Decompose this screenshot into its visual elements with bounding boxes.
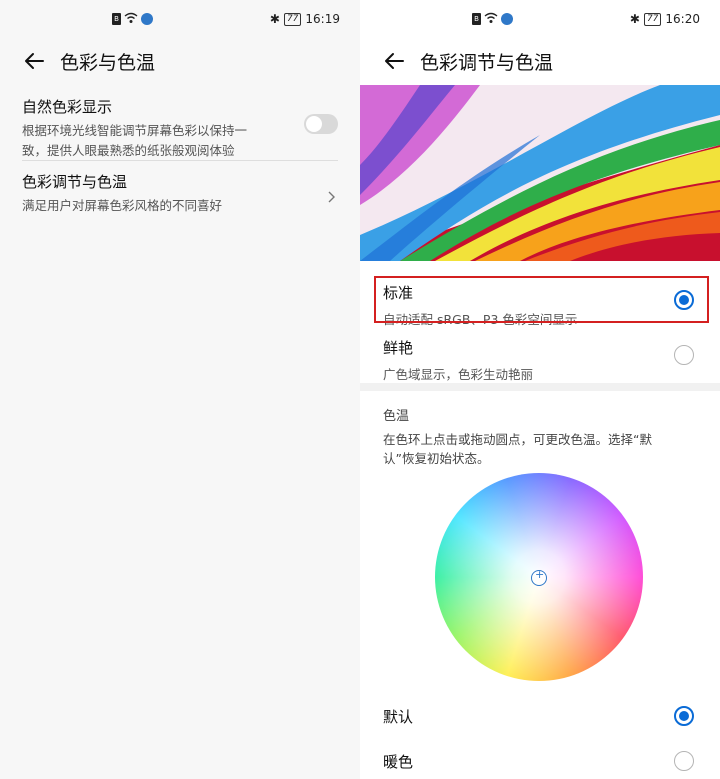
natural-color-subtitle-line2: 致，提供人眼最熟悉的纸张般观阅体验 <box>22 143 235 158</box>
color-preview-image <box>360 85 720 261</box>
title-bar: 色彩调节与色温 <box>360 46 720 76</box>
temp-warm[interactable]: 暖色 <box>383 751 704 772</box>
left-screen: B ✱ 77 16:19 色彩与色温 自然色彩显示 根据环境光线智能调节屏幕色彩… <box>0 0 360 779</box>
color-adjust-setting[interactable]: 色彩调节与色温 满足用户对屏幕色彩风格的不同喜好 <box>22 171 338 216</box>
status-icons-left: B <box>472 8 513 30</box>
sim-icon: B <box>112 13 121 25</box>
mode-vivid-radio[interactable] <box>674 345 694 365</box>
wifi-icon <box>484 12 498 27</box>
notification-app-icon <box>141 13 153 25</box>
status-icons-right: ✱ 77 16:19 <box>270 8 340 30</box>
status-icons-right: ✱ 77 16:20 <box>630 8 700 30</box>
wifi-icon <box>124 12 138 27</box>
color-temp-description-line1: 在色环上点击或拖动圆点，可更改色温。选择“默 <box>383 432 652 447</box>
page-title: 色彩调节与色温 <box>420 51 554 74</box>
toggle-knob <box>306 116 322 132</box>
natural-color-title: 自然色彩显示 <box>22 98 113 116</box>
temp-warm-title: 暖色 <box>383 753 414 771</box>
natural-color-subtitle: 根据环境光线智能调节屏幕色彩以保持一 致，提供人眼最熟悉的纸张般观阅体验 <box>22 121 338 161</box>
sim-icon: B <box>472 13 481 25</box>
status-time: 16:20 <box>665 12 700 26</box>
temp-default-title: 默认 <box>383 708 414 726</box>
right-screen: B ✱ 77 16:20 色彩调节与色温 标准 自动适配 sRGB、P3 色彩空… <box>360 0 720 779</box>
back-arrow-icon[interactable] <box>382 49 406 73</box>
mode-vivid-title: 鲜艳 <box>383 339 414 357</box>
color-temp-description-line2: 认”恢复初始状态。 <box>383 451 490 466</box>
status-icons-left: B <box>112 8 153 30</box>
status-time: 16:19 <box>305 12 340 26</box>
natural-color-setting[interactable]: 自然色彩显示 根据环境光线智能调节屏幕色彩以保持一 致，提供人眼最熟悉的纸张般观… <box>22 96 338 161</box>
color-adjust-subtitle: 满足用户对屏幕色彩风格的不同喜好 <box>22 198 223 213</box>
page-title: 色彩与色温 <box>60 51 156 74</box>
title-bar: 色彩与色温 <box>0 46 360 76</box>
status-bar: B ✱ 77 16:19 <box>0 8 360 30</box>
battery-icon: 77 <box>643 12 662 26</box>
section-divider <box>360 383 720 391</box>
color-adjust-title: 色彩调节与色温 <box>22 173 128 191</box>
status-bar: B ✱ 77 16:20 <box>360 8 720 30</box>
mode-vivid-subtitle: 广色域显示，色彩生动艳丽 <box>383 367 534 382</box>
temp-warm-radio[interactable] <box>674 751 694 771</box>
divider <box>22 160 338 161</box>
natural-color-subtitle-line1: 根据环境光线智能调节屏幕色彩以保持一 <box>22 123 248 138</box>
color-temp-label: 色温 <box>383 409 410 424</box>
natural-color-toggle[interactable] <box>304 114 338 134</box>
chevron-right-icon <box>324 189 338 203</box>
color-temp-description: 在色环上点击或拖动圆点，可更改色温。选择“默 认”恢复初始状态。 <box>383 430 683 468</box>
mode-vivid[interactable]: 鲜艳 广色域显示，色彩生动艳丽 <box>383 337 704 383</box>
back-arrow-icon[interactable] <box>22 49 46 73</box>
temp-default[interactable]: 默认 <box>383 706 704 727</box>
battery-icon: 77 <box>283 12 302 26</box>
bluetooth-icon: ✱ <box>269 12 280 26</box>
highlight-frame <box>374 276 709 323</box>
color-wheel-handle[interactable] <box>531 568 547 586</box>
temp-default-radio[interactable] <box>674 706 694 726</box>
bluetooth-icon: ✱ <box>629 12 640 26</box>
notification-app-icon <box>501 13 513 25</box>
